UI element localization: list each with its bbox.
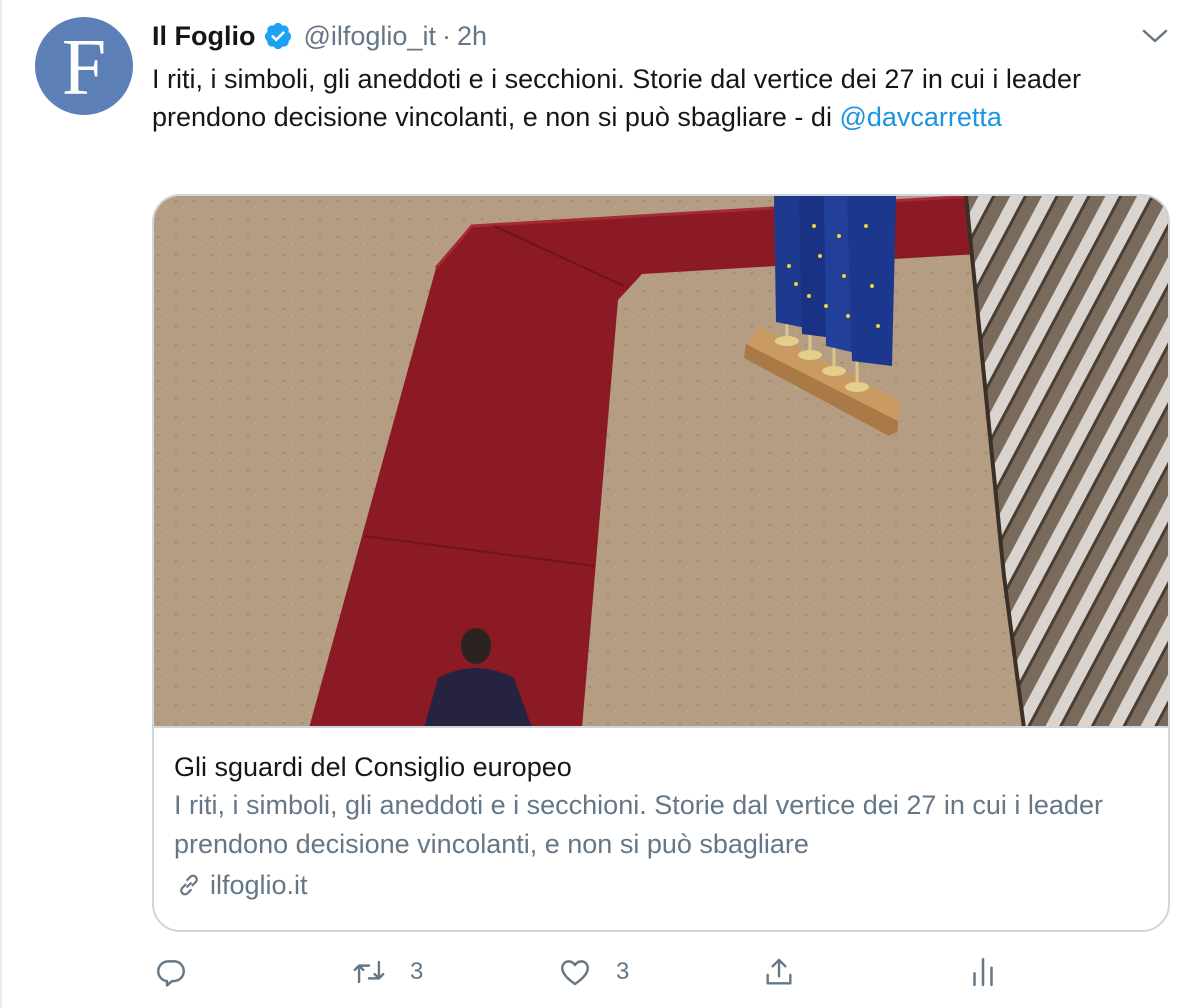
retweet-button[interactable]: 3 [352,950,423,994]
separator: · [441,20,451,51]
like-count: 3 [616,958,630,985]
share-icon [766,958,792,985]
retweet-icon [353,960,385,984]
retweet-count: 3 [410,958,424,985]
heart-icon [561,960,589,986]
avatar-letter: F [61,24,107,112]
card-domain: ilfoglio.it [174,866,1154,904]
timeline-border [0,0,2,1008]
verified-badge-icon [263,21,293,51]
analytics-button[interactable] [966,950,1000,994]
reply-button[interactable] [154,950,188,994]
card-body: Gli sguardi del Consiglio europeo I riti… [174,748,1154,904]
tweet-header: Il Foglio @ilfoglio_it · 2h [152,18,487,54]
card-image[interactable] [154,196,1168,728]
card-description: I riti, i simboli, gli aneddoti e i secc… [174,790,1103,859]
chevron-down-icon[interactable] [1140,24,1170,48]
reply-icon [157,960,185,987]
analytics-icon [973,957,993,987]
card-domain-text: ilfoglio.it [210,870,308,900]
card-title: Gli sguardi del Consiglio europeo [174,752,572,782]
link-card[interactable]: Gli sguardi del Consiglio europeo I riti… [152,194,1170,932]
tweet-text: I riti, i simboli, gli aneddoti e i secc… [152,60,1162,136]
display-name[interactable]: Il Foglio [152,21,255,52]
share-button[interactable] [762,950,796,994]
link-icon [180,874,198,896]
handle[interactable]: @ilfoglio_it [303,21,435,52]
avatar[interactable]: F [35,17,133,115]
like-button[interactable]: 3 [558,950,629,994]
mention-link[interactable]: @davcarretta [839,102,1001,132]
tweet-actions: 3 3 [152,950,1012,994]
timestamp[interactable]: 2h [457,21,487,52]
